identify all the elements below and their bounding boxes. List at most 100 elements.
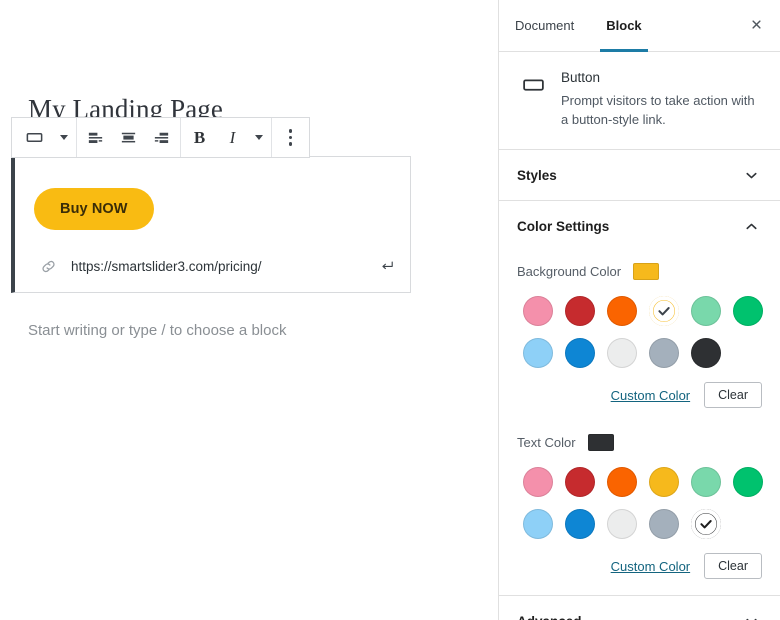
- text-color-actions: Custom Color Clear: [517, 553, 762, 579]
- background-clear-button[interactable]: Clear: [704, 382, 762, 408]
- text-swatch-blue[interactable]: [565, 509, 595, 539]
- link-url-input[interactable]: https://smartslider3.com/pricing/: [71, 259, 376, 274]
- swatch-cell: [559, 465, 601, 499]
- align-right-icon: [152, 128, 171, 147]
- buy-now-button[interactable]: Buy NOW: [34, 188, 154, 230]
- align-left-button[interactable]: [79, 118, 112, 157]
- background-swatch-dark-red[interactable]: [565, 296, 595, 326]
- bold-label: B: [193, 127, 206, 147]
- text-swatch-dark-red[interactable]: [565, 467, 595, 497]
- text-swatch-light-blue[interactable]: [523, 509, 553, 539]
- background-swatch-charcoal[interactable]: [691, 338, 721, 368]
- background-color-label: Background Color: [517, 264, 622, 279]
- toolbar-group-more: [272, 118, 309, 157]
- background-swatch-blue[interactable]: [565, 338, 595, 368]
- italic-button[interactable]: I: [216, 118, 249, 157]
- swatch-cell: [727, 465, 769, 499]
- chevron-down-icon: [743, 613, 760, 620]
- swatch-cell: [727, 294, 769, 328]
- swatch-cell: [601, 465, 643, 499]
- swatch-cell: [601, 294, 643, 328]
- text-swatch-light-green[interactable]: [691, 467, 721, 497]
- toolbar-group-alignment: [77, 118, 181, 157]
- bold-button[interactable]: B: [183, 118, 216, 157]
- background-swatch-off-white[interactable]: [607, 338, 637, 368]
- link-icon: [37, 258, 59, 275]
- background-swatch-light-green[interactable]: [691, 296, 721, 326]
- color-settings-body: Background Color Custom Color Clear Text…: [499, 251, 780, 595]
- background-swatch-gray-blue[interactable]: [649, 338, 679, 368]
- block-info-title: Button: [561, 70, 601, 85]
- block-info-text: Button Prompt visitors to take action wi…: [561, 70, 758, 129]
- align-center-button[interactable]: [112, 118, 145, 157]
- tab-block[interactable]: Block: [590, 0, 657, 52]
- swatch-cell: [685, 465, 727, 499]
- panel-color-settings-header[interactable]: Color Settings: [499, 201, 780, 251]
- selected-check-icon: [691, 509, 721, 539]
- text-color-swatches: [517, 465, 763, 541]
- button-block-icon: [521, 70, 547, 129]
- text-swatch-green[interactable]: [733, 467, 763, 497]
- panel-advanced: Advanced: [499, 596, 780, 620]
- empty-paragraph-placeholder[interactable]: Start writing or type / to choose a bloc…: [28, 315, 288, 347]
- button-block-icon: [25, 128, 44, 147]
- background-custom-color-link[interactable]: Custom Color: [611, 388, 690, 403]
- swatch-cell: [685, 294, 727, 328]
- ellipsis-vertical-icon: [288, 129, 293, 146]
- swatch-cell: [517, 294, 559, 328]
- swatch-cell: [685, 507, 727, 541]
- text-swatch-amber[interactable]: [649, 467, 679, 497]
- panel-color-settings: Color Settings Background Color Custom C…: [499, 201, 780, 596]
- swatch-cell: [685, 336, 727, 370]
- background-color-swatches: [517, 294, 763, 370]
- background-swatch-orange[interactable]: [607, 296, 637, 326]
- italic-label: I: [229, 127, 236, 147]
- background-swatch-green[interactable]: [733, 296, 763, 326]
- swatch-cell: [517, 465, 559, 499]
- background-swatch-light-blue[interactable]: [523, 338, 553, 368]
- background-color-actions: Custom Color Clear: [517, 382, 762, 408]
- chevron-up-icon: [743, 218, 760, 235]
- selected-button-block[interactable]: Buy NOW https://smartslider3.com/pricing…: [11, 156, 411, 293]
- close-sidebar-button[interactable]: [732, 0, 780, 51]
- align-center-icon: [119, 128, 138, 147]
- swatch-cell: [559, 507, 601, 541]
- chevron-down-icon: [743, 167, 760, 184]
- panel-color-settings-title: Color Settings: [517, 218, 610, 234]
- text-color-header: Text Color: [517, 434, 762, 451]
- swatch-cell: [643, 507, 685, 541]
- background-swatch-amber[interactable]: [649, 296, 679, 326]
- swatch-cell: [559, 336, 601, 370]
- editor-canvas: My Landing Page B I Buy NOW https://smar…: [0, 0, 498, 620]
- panel-styles-title: Styles: [517, 167, 557, 183]
- panel-advanced-header[interactable]: Advanced: [499, 596, 780, 620]
- swatch-cell: [643, 465, 685, 499]
- text-swatch-gray-blue[interactable]: [649, 509, 679, 539]
- text-clear-button[interactable]: Clear: [704, 553, 762, 579]
- swatch-cell: [643, 294, 685, 328]
- swatch-cell: [601, 336, 643, 370]
- swatch-cell: [643, 336, 685, 370]
- panel-advanced-title: Advanced: [517, 614, 743, 620]
- panel-styles: Styles: [499, 150, 780, 201]
- more-options-button[interactable]: [274, 118, 307, 157]
- block-editor-screen: My Landing Page B I Buy NOW https://smar…: [0, 0, 780, 620]
- more-formatting-button[interactable]: [249, 118, 269, 157]
- toolbar-group-block-type: [12, 118, 77, 157]
- background-color-header: Background Color: [517, 263, 762, 280]
- tab-document[interactable]: Document: [499, 0, 590, 51]
- block-type-switcher-button[interactable]: [14, 118, 54, 157]
- text-swatch-orange[interactable]: [607, 467, 637, 497]
- text-swatch-charcoal[interactable]: [691, 509, 721, 539]
- text-swatch-off-white[interactable]: [607, 509, 637, 539]
- align-right-button[interactable]: [145, 118, 178, 157]
- text-swatch-pink[interactable]: [523, 467, 553, 497]
- panel-styles-header[interactable]: Styles: [499, 150, 780, 200]
- swatch-cell: [601, 507, 643, 541]
- text-custom-color-link[interactable]: Custom Color: [611, 559, 690, 574]
- chevron-down-icon: [60, 135, 68, 140]
- block-type-caret-button[interactable]: [54, 118, 74, 157]
- link-submit-button[interactable]: [376, 258, 398, 274]
- text-color-current-chip: [587, 434, 614, 451]
- background-swatch-pink[interactable]: [523, 296, 553, 326]
